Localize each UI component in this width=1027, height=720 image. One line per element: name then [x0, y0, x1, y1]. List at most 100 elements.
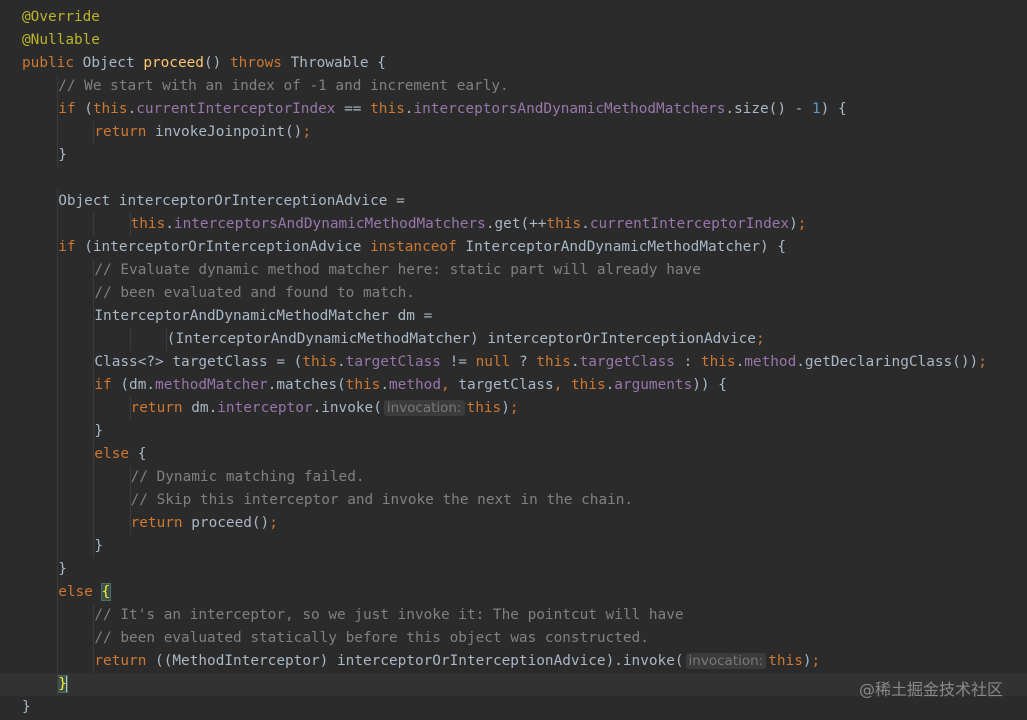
code-token: . — [735, 354, 745, 370]
code-token: throws — [229, 55, 291, 71]
code-token: else — [58, 584, 102, 600]
indent-guide — [93, 328, 95, 351]
code-token: this — [700, 354, 736, 370]
code-line[interactable]: } — [0, 144, 1027, 167]
code-token: . — [581, 216, 590, 232]
code-line[interactable]: // been evaluated and found to match. — [0, 282, 1027, 305]
code-line[interactable]: } — [0, 420, 1027, 443]
code-token: return — [94, 124, 156, 140]
code-line[interactable]: else { — [0, 581, 1027, 604]
code-line[interactable]: return ((MethodInterceptor) interceptorO… — [0, 650, 1027, 673]
indent-guide — [57, 305, 59, 328]
code-token: . — [605, 377, 615, 393]
indent-guide — [93, 397, 95, 420]
code-token: ; — [269, 515, 278, 531]
code-line[interactable]: if (interceptorOrInterceptionAdvice inst… — [0, 236, 1027, 259]
indent-guide — [57, 420, 59, 443]
indent-guide — [93, 351, 95, 374]
code-token: .getDeclaringClass()) — [796, 354, 979, 370]
code-line[interactable]: // It's an interceptor, so we just invok… — [0, 604, 1027, 627]
code-line[interactable]: if (dm.methodMatcher.matches(this.method… — [0, 374, 1027, 397]
code-token: // Dynamic matching failed. — [130, 469, 365, 485]
code-token: dm. — [191, 400, 218, 416]
indent-guide — [57, 443, 59, 466]
code-line[interactable]: return proceed(); — [0, 512, 1027, 535]
indent-guide — [129, 512, 131, 535]
indent-guide — [57, 466, 59, 489]
code-line[interactable]: (InterceptorAndDynamicMethodMatcher) int… — [0, 328, 1027, 351]
indent-guide — [57, 98, 59, 121]
code-line[interactable] — [0, 167, 1027, 190]
code-line[interactable]: // We start with an index of -1 and incr… — [0, 75, 1027, 98]
code-token: : — [674, 354, 701, 370]
code-line[interactable]: if (this.currentInterceptorIndex == this… — [0, 98, 1027, 121]
code-line[interactable]: // Skip this interceptor and invoke the … — [0, 489, 1027, 512]
indent-guide — [57, 282, 59, 305]
code-token: (interceptorOrInterceptionAdvice — [84, 239, 371, 255]
code-line[interactable]: return dm.interceptor.invoke(invocation:… — [0, 397, 1027, 420]
parameter-hint: invocation: — [383, 400, 465, 416]
code-token: currentInterceptorIndex — [589, 216, 790, 232]
code-line[interactable]: return invokeJoinpoint(); — [0, 121, 1027, 144]
code-line[interactable]: // Evaluate dynamic method matcher here:… — [0, 259, 1027, 282]
code-line[interactable]: Object interceptorOrInterceptionAdvice = — [0, 190, 1027, 213]
matched-brace: { — [100, 583, 112, 601]
code-token: instanceof — [370, 239, 466, 255]
indent-guide — [93, 466, 95, 489]
code-token: ; — [978, 354, 987, 370]
indent-guide — [93, 627, 95, 650]
code-token: targetClass — [345, 354, 441, 370]
code-token: } — [58, 147, 67, 163]
code-editor[interactable]: @Override @Nullable public Object proceed(… — [0, 6, 1027, 719]
indent-guide — [57, 236, 59, 259]
code-token: this — [536, 354, 571, 370]
indent-guide — [93, 650, 95, 673]
code-line[interactable]: public Object proceed() throws Throwable… — [0, 52, 1027, 75]
indent-guide — [129, 328, 131, 351]
code-token: return — [130, 400, 192, 416]
code-token: ; — [797, 216, 807, 232]
code-token: InterceptorAndDynamicMethodMatcher) { — [465, 239, 786, 255]
code-token: this — [768, 653, 803, 669]
code-token: this — [345, 377, 381, 393]
indent-guide — [93, 374, 95, 397]
code-token: Throwable { — [290, 55, 386, 71]
code-line[interactable]: // been evaluated statically before this… — [0, 627, 1027, 650]
code-token: // Skip this interceptor and invoke the … — [130, 492, 634, 508]
text-caret — [65, 675, 68, 693]
code-token: .invoke( — [312, 400, 382, 416]
indent-guide — [93, 121, 95, 144]
code-token: // It's an interceptor, so we just invok… — [94, 607, 684, 623]
code-token: .matches( — [267, 377, 346, 393]
indent-guide — [57, 259, 59, 282]
indent-guide — [57, 144, 59, 167]
indent-guide — [57, 397, 59, 420]
code-token: // been evaluated and found to match. — [94, 285, 415, 301]
code-token: ) { — [820, 101, 847, 117]
code-line[interactable]: this.interceptorsAndDynamicMethodMatcher… — [0, 213, 1027, 236]
code-token: this — [302, 354, 337, 370]
code-token: } — [94, 538, 104, 554]
code-token: } — [22, 699, 31, 715]
indent-guide — [93, 535, 95, 558]
code-line[interactable]: else { — [0, 443, 1027, 466]
code-line[interactable]: @Nullable — [0, 29, 1027, 52]
watermark: @稀土掘金技术社区 — [858, 680, 1003, 699]
code-line[interactable]: } — [0, 535, 1027, 558]
code-token: // We start with an index of -1 and incr… — [58, 78, 509, 94]
indent-guide — [129, 466, 131, 489]
code-line[interactable]: } — [0, 558, 1027, 581]
indent-guide — [93, 512, 95, 535]
indent-guide — [57, 581, 59, 604]
code-line[interactable]: // Dynamic matching failed. — [0, 466, 1027, 489]
code-token: . — [380, 377, 389, 393]
code-line[interactable]: @Override — [0, 6, 1027, 29]
code-token: ((MethodInterceptor) interceptorOrInterc… — [155, 653, 684, 669]
code-token: .size() - — [725, 101, 812, 117]
indent-guide — [57, 121, 59, 144]
code-line[interactable]: InterceptorAndDynamicMethodMatcher dm = — [0, 305, 1027, 328]
code-line[interactable]: Class<?> targetClass = (this.targetClass… — [0, 351, 1027, 374]
code-token: . — [336, 354, 346, 370]
code-token: @Override — [22, 9, 100, 25]
code-token: interceptorsAndDynamicMethodMatchers — [173, 216, 486, 232]
